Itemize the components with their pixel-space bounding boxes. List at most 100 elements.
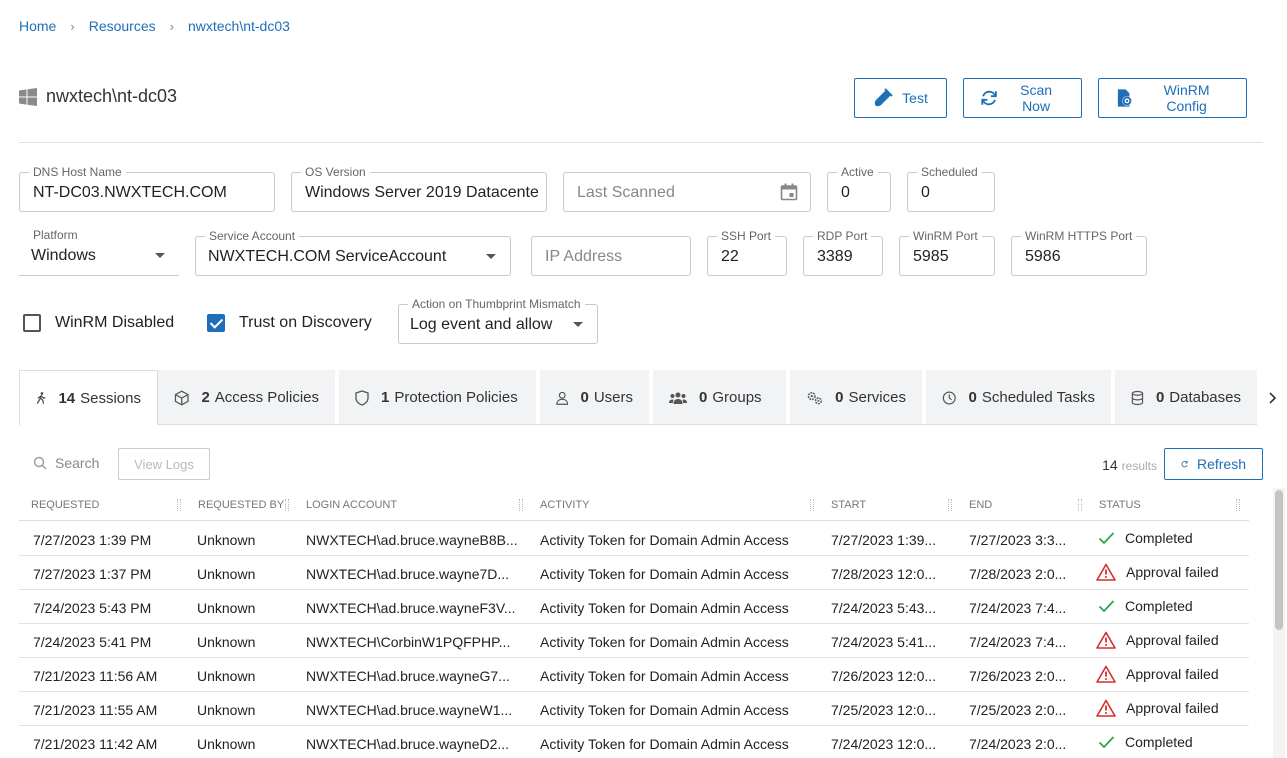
ip-address-field[interactable]: IP Address bbox=[531, 236, 691, 276]
winrm-https-port-field[interactable]: WinRM HTTPS Port 5986 bbox=[1011, 229, 1147, 276]
table-row[interactable]: 7/27/2023 1:39 PM Unknown NWXTECH\ad.bru… bbox=[19, 522, 1249, 556]
page-title: nwxtech\nt-dc03 bbox=[46, 86, 178, 106]
test-button-label: Test bbox=[902, 90, 928, 106]
tab-scheduled-tasks[interactable]: 0 Scheduled Tasks bbox=[926, 370, 1115, 425]
breadcrumb-current-link[interactable]: nwxtech\nt-dc03 bbox=[188, 18, 290, 34]
platform-select[interactable]: Platform Windows bbox=[19, 228, 179, 276]
breadcrumb: Home › Resources › nwxtech\nt-dc03 bbox=[19, 18, 290, 34]
winrm-port-field[interactable]: WinRM Port 5985 bbox=[899, 229, 995, 276]
column-resize-handle[interactable] bbox=[1078, 499, 1082, 511]
table-scrollbar[interactable] bbox=[1273, 488, 1285, 758]
column-header-status[interactable]: Status bbox=[1099, 499, 1141, 511]
ssh-port-field[interactable]: SSH Port 22 bbox=[707, 229, 787, 276]
column-header-requested-by[interactable]: Requested By bbox=[198, 499, 284, 511]
caret-down-icon bbox=[573, 322, 583, 327]
scheduled-field[interactable]: Scheduled 0 bbox=[907, 165, 995, 212]
caret-down-icon bbox=[486, 254, 496, 259]
trust-on-discovery-label: Trust on Discovery bbox=[239, 314, 372, 331]
column-resize-handle[interactable] bbox=[1236, 499, 1240, 511]
breadcrumb-resources-link[interactable]: Resources bbox=[89, 18, 156, 34]
tab-protection-policies[interactable]: 1 Protection Policies bbox=[339, 370, 540, 425]
column-header-requested[interactable]: Requested bbox=[31, 499, 99, 511]
tab-sessions[interactable]: 14 Sessions bbox=[19, 370, 158, 425]
checkbox-unchecked-icon[interactable] bbox=[23, 314, 41, 332]
tab-scroll-right-button[interactable] bbox=[1257, 370, 1287, 425]
service-account-select[interactable]: Service Account NWXTECH.COM ServiceAccou… bbox=[195, 229, 511, 276]
walking-person-icon bbox=[36, 392, 46, 404]
chevron-right-icon: › bbox=[70, 18, 75, 34]
cell-activity: Activity Token for Domain Admin Access bbox=[540, 702, 789, 718]
tab-services[interactable]: 0 Services bbox=[790, 370, 926, 425]
platform-value: Windows bbox=[31, 247, 96, 264]
os-version-field[interactable]: OS Version Windows Server 2019 Datacente bbox=[291, 165, 547, 212]
column-header-end[interactable]: End bbox=[969, 499, 992, 511]
last-scanned-field[interactable]: Last Scanned bbox=[563, 172, 811, 212]
tab-protection-policies-label: Protection Policies bbox=[394, 389, 518, 406]
column-header-start[interactable]: Start bbox=[831, 499, 866, 511]
test-button[interactable]: Test bbox=[854, 78, 947, 118]
table-row[interactable]: 7/21/2023 11:55 AM Unknown NWXTECH\ad.br… bbox=[19, 692, 1249, 726]
scan-now-button[interactable]: Scan Now bbox=[963, 78, 1082, 118]
table-row[interactable]: 7/24/2023 5:43 PM Unknown NWXTECH\ad.bru… bbox=[19, 590, 1249, 624]
cell-end: 7/24/2023 2:0... bbox=[969, 736, 1067, 752]
scrollbar-thumb[interactable] bbox=[1275, 490, 1283, 630]
status-label: Completed bbox=[1125, 734, 1193, 750]
tab-access-policies[interactable]: 2 Access Policies bbox=[158, 370, 339, 425]
scheduled-value: 0 bbox=[921, 184, 930, 201]
checkmark-icon bbox=[1098, 600, 1115, 613]
column-resize-handle[interactable] bbox=[519, 499, 523, 511]
cell-status: Completed bbox=[1098, 530, 1193, 546]
column-resize-handle[interactable] bbox=[948, 499, 952, 511]
cell-status: Approval failed bbox=[1096, 631, 1219, 649]
windows-icon bbox=[19, 87, 37, 106]
active-field[interactable]: Active 0 bbox=[827, 165, 891, 212]
chevron-right-icon bbox=[1269, 391, 1277, 404]
table-row[interactable]: 7/24/2023 5:41 PM Unknown NWXTECH\Corbin… bbox=[19, 624, 1249, 658]
tab-users[interactable]: 0 Users bbox=[540, 370, 653, 425]
platform-label: Platform bbox=[29, 228, 82, 242]
thumbprint-action-select[interactable]: Action on Thumbprint Mismatch Log event … bbox=[398, 297, 598, 344]
divider bbox=[19, 142, 1263, 143]
cell-requested: 7/21/2023 11:55 AM bbox=[33, 702, 158, 718]
refresh-icon bbox=[1181, 461, 1188, 468]
cell-requested: 7/24/2023 5:43 PM bbox=[33, 600, 152, 616]
column-resize-handle[interactable] bbox=[285, 499, 289, 511]
rdp-port-field[interactable]: RDP Port 3389 bbox=[803, 229, 883, 276]
table-row[interactable]: 7/27/2023 1:37 PM Unknown NWXTECH\ad.bru… bbox=[19, 556, 1249, 590]
file-gear-icon bbox=[1117, 89, 1132, 107]
cell-requested-by: Unknown bbox=[197, 702, 256, 718]
trust-on-discovery-checkbox[interactable]: Trust on Discovery bbox=[207, 314, 372, 332]
column-header-activity[interactable]: Activity bbox=[540, 499, 590, 511]
refresh-button[interactable]: Refresh bbox=[1164, 448, 1263, 480]
table-row[interactable]: 7/21/2023 11:42 AM Unknown NWXTECH\ad.br… bbox=[19, 726, 1249, 758]
cell-requested-by: Unknown bbox=[197, 668, 256, 684]
search-input[interactable]: Search bbox=[33, 455, 99, 471]
status-label: Completed bbox=[1125, 598, 1193, 614]
view-logs-button[interactable]: View Logs bbox=[118, 448, 210, 480]
tab-scheduled-tasks-count: 0 bbox=[968, 389, 977, 406]
cell-requested-by: Unknown bbox=[197, 736, 256, 752]
active-label: Active bbox=[837, 165, 878, 179]
tab-services-label: Services bbox=[848, 389, 906, 406]
checkbox-checked-icon[interactable] bbox=[207, 314, 225, 332]
breadcrumb-home-link[interactable]: Home bbox=[19, 18, 56, 34]
dns-host-name-field[interactable]: DNS Host Name NT-DC03.NWXTECH.COM bbox=[19, 165, 275, 212]
calendar-icon[interactable] bbox=[780, 183, 798, 201]
winrm-port-label: WinRM Port bbox=[909, 229, 982, 243]
cell-login-account: NWXTECH\ad.bruce.wayneB8B... bbox=[306, 532, 518, 548]
rdp-port-value: 3389 bbox=[817, 248, 853, 265]
tab-groups[interactable]: 0 Groups bbox=[653, 370, 790, 425]
tab-databases[interactable]: 0 Databases bbox=[1115, 370, 1261, 425]
cell-start: 7/26/2023 12:0... bbox=[831, 668, 937, 684]
cell-start: 7/24/2023 5:43... bbox=[831, 600, 937, 616]
cell-requested: 7/27/2023 1:37 PM bbox=[33, 566, 152, 582]
user-icon bbox=[556, 391, 569, 405]
cell-activity: Activity Token for Domain Admin Access bbox=[540, 532, 789, 548]
column-header-login-account[interactable]: Login Account bbox=[306, 499, 397, 511]
column-resize-handle[interactable] bbox=[810, 499, 814, 511]
winrm-config-button[interactable]: WinRM Config bbox=[1098, 78, 1247, 118]
winrm-disabled-checkbox[interactable]: WinRM Disabled bbox=[23, 314, 174, 332]
winrm-config-button-label: WinRM Config bbox=[1163, 82, 1210, 114]
column-resize-handle[interactable] bbox=[177, 499, 181, 511]
table-row[interactable]: 7/21/2023 11:56 AM Unknown NWXTECH\ad.br… bbox=[19, 658, 1249, 692]
